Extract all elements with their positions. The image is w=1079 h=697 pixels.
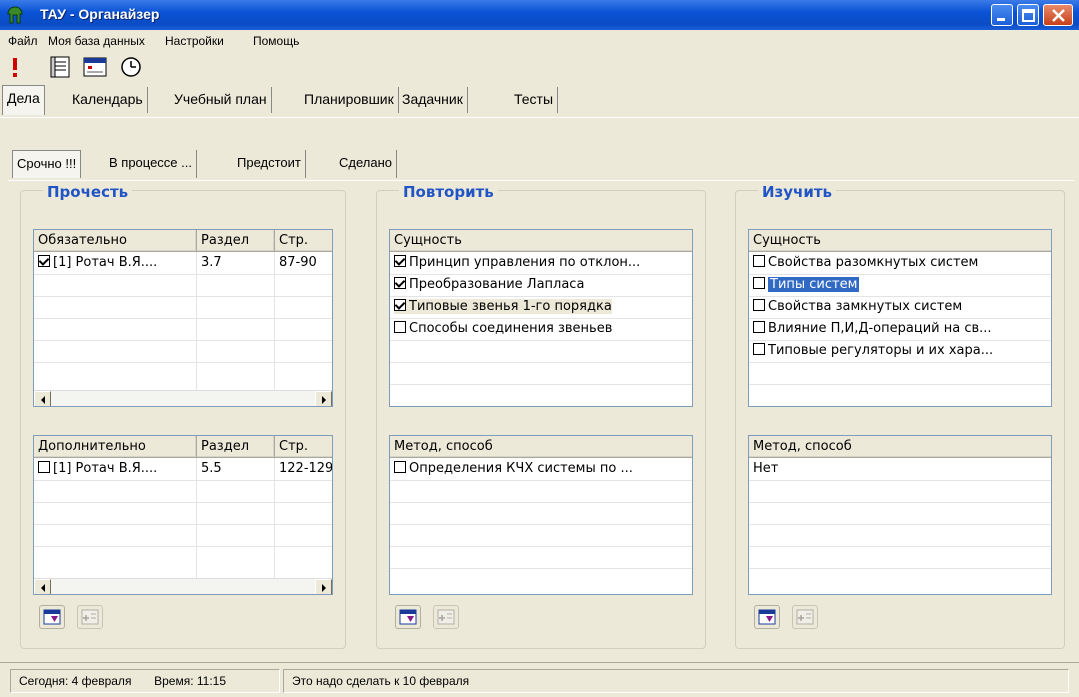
minimize-button[interactable] xyxy=(991,4,1013,26)
col-required[interactable]: Обязательно xyxy=(34,230,197,252)
pages-cell: 122-129 xyxy=(279,461,332,476)
group-repeat: Повторить Сущность Принцип управления по… xyxy=(376,183,706,649)
group-title-study: Изучить xyxy=(758,183,837,201)
horizontal-scrollbar[interactable] xyxy=(34,390,332,406)
list-item[interactable]: Определения КЧХ системы по ... xyxy=(394,458,690,480)
checkbox[interactable] xyxy=(753,299,765,311)
edit-button[interactable] xyxy=(39,605,65,629)
add-button[interactable] xyxy=(77,605,103,629)
checkbox[interactable] xyxy=(394,321,406,333)
col-method[interactable]: Метод, способ xyxy=(749,436,1051,458)
tab-upcoming[interactable]: Предстоит xyxy=(233,150,306,178)
col-section[interactable]: Раздел xyxy=(197,230,275,252)
tab-urgent[interactable]: Срочно !!! xyxy=(12,150,82,178)
status-date-time: Сегодня: 4 февраля Время: 11:15 xyxy=(10,669,280,693)
col-pages[interactable]: Стр. xyxy=(275,230,332,252)
checkbox[interactable] xyxy=(753,255,765,267)
menu-bar: Файл Моя база данных Настройки Помощь xyxy=(0,30,1079,52)
tab-planner[interactable]: Планировшик xyxy=(300,87,399,113)
checkbox[interactable] xyxy=(38,255,50,267)
tab-in-progress[interactable]: В процессе ... xyxy=(105,150,197,178)
clock-icon[interactable] xyxy=(118,54,144,80)
table-row[interactable]: [1] Ротач В.Я.... 3.7 87-90 xyxy=(34,252,332,274)
title-bar: ТАУ - Органайзер xyxy=(0,0,1079,30)
list-item-selected[interactable]: Типы систем xyxy=(753,274,860,296)
scroll-right-button[interactable] xyxy=(315,579,332,594)
checkbox[interactable] xyxy=(394,255,406,267)
table-row[interactable]: [1] Ротач В.Я.... 5.5 122-129 xyxy=(34,458,332,480)
checkbox[interactable] xyxy=(394,277,406,289)
add-button[interactable] xyxy=(792,605,818,629)
list-item[interactable]: Способы соединения звеньев xyxy=(394,318,690,340)
col-section[interactable]: Раздел xyxy=(197,436,275,458)
menu-database[interactable]: Моя база данных xyxy=(48,34,145,48)
group-read: Прочесть Обязательно Раздел Стр. [1] Рот… xyxy=(20,183,346,649)
section-cell: 5.5 xyxy=(201,461,222,476)
menu-settings[interactable]: Настройки xyxy=(165,34,224,48)
book-name: [1] Ротач В.Я.... xyxy=(53,461,158,476)
app-icon xyxy=(6,5,24,25)
edit-button[interactable] xyxy=(754,605,780,629)
tab-calendar[interactable]: Календарь xyxy=(68,87,148,113)
group-title-repeat: Повторить xyxy=(399,183,498,201)
section-cell: 3.7 xyxy=(201,255,222,270)
essence-list[interactable]: Сущность Свойства разомкнутых систем Тип… xyxy=(748,229,1052,407)
col-additional[interactable]: Дополнительно xyxy=(34,436,197,458)
list-item[interactable]: Типовые звенья 1-го порядка xyxy=(394,296,612,318)
close-button[interactable] xyxy=(1043,4,1073,26)
list-item[interactable]: Свойства разомкнутых систем xyxy=(753,252,1049,274)
tab-tests[interactable]: Тесты xyxy=(510,87,559,113)
checkbox[interactable] xyxy=(38,461,50,473)
col-pages[interactable]: Стр. xyxy=(275,436,332,458)
tab-study-plan[interactable]: Учебный план xyxy=(170,87,272,113)
list-item[interactable]: Преобразование Лапласа xyxy=(394,274,690,296)
list-item[interactable]: Влияние П,И,Д-операций на св... xyxy=(753,318,1049,340)
status-time: Время: 11:15 xyxy=(154,674,227,688)
list-item[interactable]: Принцип управления по отклон... xyxy=(394,252,690,274)
group-study: Изучить Сущность Свойства разомкнутых си… xyxy=(735,183,1065,649)
checkbox[interactable] xyxy=(753,343,765,355)
menu-file[interactable]: Файл xyxy=(8,34,38,48)
required-list[interactable]: Обязательно Раздел Стр. [1] Ротач В.Я...… xyxy=(33,229,333,407)
checkbox[interactable] xyxy=(394,461,406,473)
tab-tasks[interactable]: Задачник xyxy=(398,87,468,113)
checkbox[interactable] xyxy=(753,277,765,289)
essence-list[interactable]: Сущность Принцип управления по отклон...… xyxy=(389,229,693,407)
toolbar xyxy=(0,52,1079,84)
menu-help[interactable]: Помощь xyxy=(253,34,299,48)
book-name: [1] Ротач В.Я.... xyxy=(53,255,158,270)
list-item[interactable]: Типовые регуляторы и их хара... xyxy=(753,340,1049,362)
status-today: Сегодня: 4 февраля xyxy=(19,674,132,688)
scroll-right-button[interactable] xyxy=(315,391,332,406)
status-bar: Сегодня: 4 февраля Время: 11:15 Это надо… xyxy=(0,662,1079,697)
group-title-read: Прочесть xyxy=(43,183,133,201)
edit-button[interactable] xyxy=(395,605,421,629)
status-deadline: Это надо сделать к 10 февраля xyxy=(283,669,1069,693)
tab-done[interactable]: Сделано xyxy=(335,150,397,178)
maximize-button[interactable] xyxy=(1017,4,1039,26)
exclamation-icon[interactable] xyxy=(8,54,22,80)
scroll-left-button[interactable] xyxy=(34,391,51,406)
list-item[interactable]: Свойства замкнутых систем xyxy=(753,296,1049,318)
list-item[interactable]: Нет xyxy=(753,458,1049,480)
additional-list[interactable]: Дополнительно Раздел Стр. [1] Ротач В.Я.… xyxy=(33,435,333,595)
checkbox[interactable] xyxy=(394,299,406,311)
method-list[interactable]: Метод, способ Определения КЧХ системы по… xyxy=(389,435,693,595)
col-method[interactable]: Метод, способ xyxy=(390,436,692,458)
tab-divider xyxy=(0,117,1079,118)
add-button[interactable] xyxy=(433,605,459,629)
window-title: ТАУ - Органайзер xyxy=(40,6,160,22)
method-list[interactable]: Метод, способ Нет xyxy=(748,435,1052,595)
checkbox[interactable] xyxy=(753,321,765,333)
scroll-left-button[interactable] xyxy=(34,579,51,594)
tab-affairs[interactable]: Дела xyxy=(2,85,45,115)
horizontal-scrollbar[interactable] xyxy=(34,578,332,594)
col-essence[interactable]: Сущность xyxy=(749,230,1051,252)
calendar-icon[interactable] xyxy=(82,54,108,80)
col-essence[interactable]: Сущность xyxy=(390,230,692,252)
pages-cell: 87-90 xyxy=(279,255,317,270)
list-icon[interactable] xyxy=(48,54,74,80)
